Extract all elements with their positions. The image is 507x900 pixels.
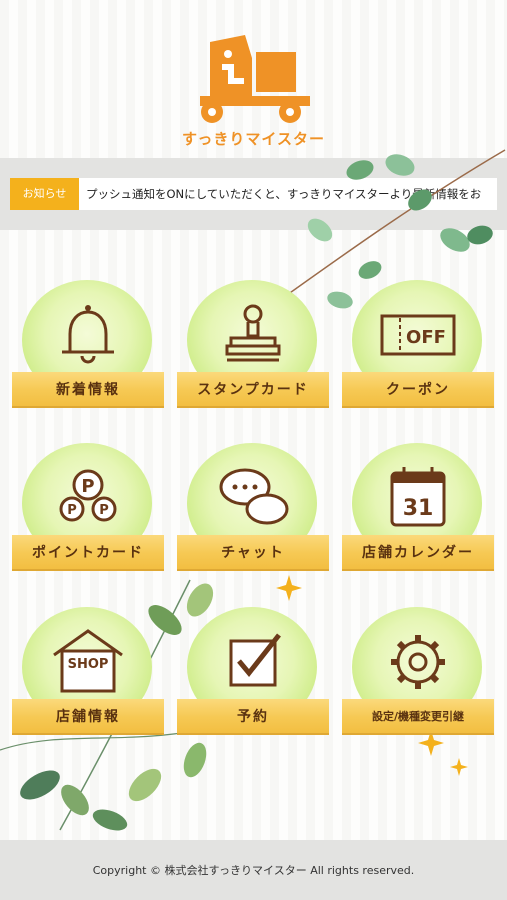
menu-chat-button[interactable]: チャット: [177, 443, 329, 588]
menu-chat-label: チャット: [177, 535, 329, 571]
menu-stamp-card-button[interactable]: スタンプカード: [177, 280, 329, 425]
menu-news-label: 新着情報: [12, 372, 164, 408]
menu-stamp-card-label: スタンプカード: [177, 372, 329, 408]
chat-bubbles-icon: [219, 468, 289, 525]
menu-settings-label: 設定/機種変更引継: [342, 699, 494, 735]
footer: Copyright © 株式会社すっきりマイスター All rights res…: [0, 840, 507, 900]
menu-point-card-label: ポイントカード: [12, 535, 164, 571]
notice-marquee-text: プッシュ通知をONにしていただくと、すっきりマイスターより最新情報をお: [86, 187, 482, 201]
bell-icon: [62, 305, 114, 364]
notice-section: お知らせ プッシュ通知をONにしていただくと、すっきりマイスターより最新情報をお: [0, 158, 507, 230]
sparkle-icon: [450, 758, 468, 776]
menu-news-button[interactable]: 新着情報: [12, 280, 164, 425]
checkbox-icon: [229, 633, 281, 687]
coupon-ticket-icon: OFF: [380, 314, 456, 356]
menu-calendar-label: 店舗カレンダー: [342, 535, 494, 571]
app-header: すっきりマイスター: [0, 0, 507, 158]
gear-icon: [391, 635, 445, 689]
menu-point-card-button[interactable]: P P P ポイントカード: [12, 443, 164, 588]
shop-house-icon: SHOP: [53, 629, 123, 693]
point-coins-icon: P P P: [59, 469, 117, 522]
menu-shop-info-label: 店舗情報: [12, 699, 164, 735]
menu-coupon-label: クーポン: [342, 372, 494, 408]
notice-label: お知らせ: [10, 178, 79, 210]
notice-bar[interactable]: お知らせ プッシュ通知をONにしていただくと、すっきりマイスターより最新情報をお: [10, 178, 497, 210]
svg-text:P: P: [81, 476, 94, 497]
menu-coupon-button[interactable]: OFF クーポン: [342, 280, 494, 425]
coupon-off-text: OFF: [406, 327, 446, 348]
calendar-icon: 31: [390, 467, 446, 527]
delivery-truck-logo-icon: [200, 35, 310, 123]
menu-shop-info-button[interactable]: SHOP 店舗情報: [12, 607, 164, 752]
menu-calendar-button[interactable]: 31 店舗カレンダー: [342, 443, 494, 588]
svg-text:P: P: [99, 503, 109, 518]
calendar-day-text: 31: [403, 496, 434, 521]
menu-settings-button[interactable]: 設定/機種変更引継: [342, 607, 494, 752]
app-logo-text: すっきりマイスター: [182, 130, 325, 148]
menu-reservation-label: 予約: [177, 699, 329, 735]
copyright-text: Copyright © 株式会社すっきりマイスター All rights res…: [92, 864, 415, 877]
svg-text:P: P: [67, 503, 77, 518]
menu-reservation-button[interactable]: 予約: [177, 607, 329, 752]
shop-sign-text: SHOP: [68, 657, 109, 672]
stamp-icon: [225, 304, 281, 362]
